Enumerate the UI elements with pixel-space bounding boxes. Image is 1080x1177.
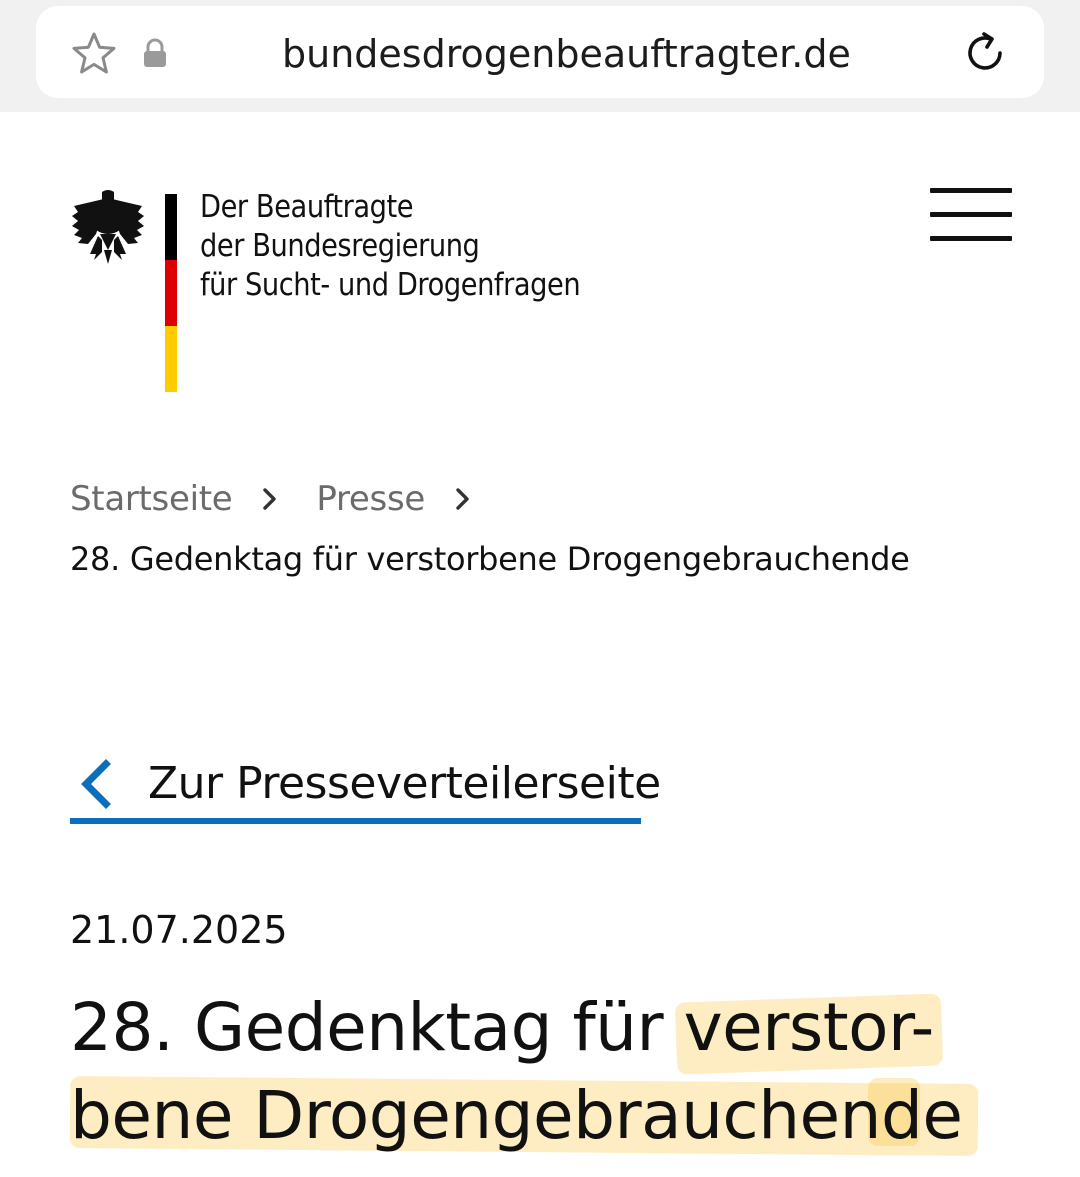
article-date: 21.07.2025 [70, 908, 288, 952]
menu-line [930, 212, 1012, 217]
url-text[interactable]: bundesdrogenbeauftragter.de [282, 30, 851, 78]
org-name-line-2: der Bundesregierung [200, 228, 480, 264]
organization-name[interactable]: Der Beauftragte der Bundesregierung für … [200, 188, 581, 305]
article-title-line-2: bene Drogengebrauchende [70, 1077, 963, 1154]
org-name-line-1: Der Beauftragte [200, 189, 414, 225]
chevron-right-icon [263, 488, 277, 510]
star-icon[interactable] [70, 30, 118, 78]
menu-line [930, 236, 1012, 241]
back-link-underline [70, 818, 641, 824]
breadcrumb: Startseite Presse 28. Gedenktag für vers… [70, 474, 1030, 584]
federal-eagle-icon[interactable] [68, 188, 148, 266]
org-name-line-3: für Sucht- und Drogenfragen [200, 267, 581, 303]
back-link-label: Zur Presseverteilerseite [148, 758, 661, 809]
browser-toolbar: bundesdrogenbeauftragter.de [0, 0, 1080, 112]
hamburger-menu-icon[interactable] [930, 188, 1012, 244]
lock-icon [144, 38, 166, 67]
menu-line [930, 188, 1012, 193]
breadcrumb-current: 28. Gedenktag für verstorbene Drogengebr… [70, 540, 910, 578]
breadcrumb-presse[interactable]: Presse [316, 479, 425, 519]
flag-stripe-red [165, 260, 177, 326]
breadcrumb-startseite[interactable]: Startseite [70, 479, 233, 519]
flag-stripe-gold [165, 326, 177, 392]
reload-icon[interactable] [960, 28, 1010, 78]
chevron-right-icon [456, 488, 469, 510]
chevron-left-icon [81, 759, 111, 809]
article-title: 28. Gedenktag für verstor- bene Drogenge… [70, 984, 1030, 1160]
breadcrumb-links: Startseite Presse [70, 474, 1030, 524]
back-to-press-link[interactable]: Zur Presseverteilerseite [70, 752, 661, 824]
german-flag-bar [165, 194, 177, 392]
flag-stripe-black [165, 194, 177, 260]
article-title-line-1: 28. Gedenktag für verstor- [70, 989, 934, 1066]
